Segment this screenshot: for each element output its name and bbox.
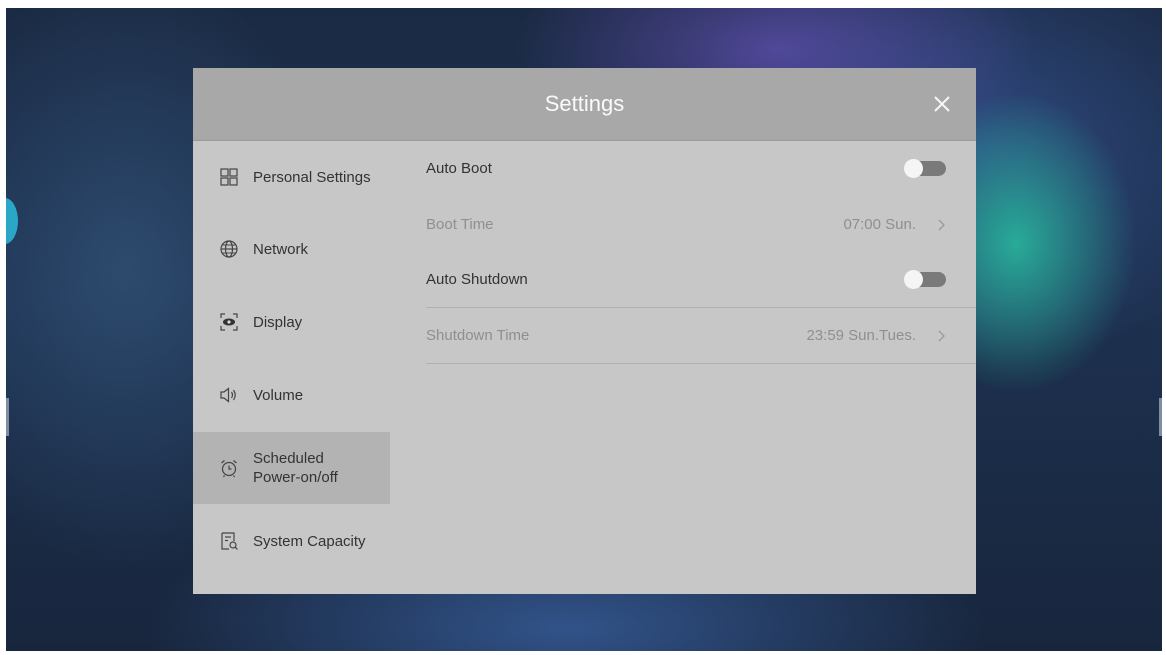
toggle-knob — [904, 159, 923, 178]
shutdown-time-row[interactable]: Shutdown Time 23:59 Sun.Tues. — [426, 308, 976, 364]
settings-sidebar: Personal Settings Network Display Volume… — [193, 141, 390, 594]
boot-time-row[interactable]: Boot Time 07:00 Sun. — [426, 197, 976, 252]
sidebar-item-label: Scheduled Power-on/off — [253, 450, 338, 486]
close-button[interactable] — [926, 88, 958, 120]
auto-boot-row: Auto Boot — [426, 141, 976, 196]
eye-icon — [220, 313, 238, 331]
globe-icon — [220, 240, 238, 258]
speaker-icon — [220, 387, 236, 403]
shutdown-time-label: Shutdown Time — [426, 327, 530, 344]
sidebar-item-volume[interactable]: Volume — [193, 359, 390, 431]
sidebar-item-personal-settings[interactable]: Personal Settings — [193, 141, 390, 213]
auto-boot-toggle[interactable] — [904, 159, 946, 178]
close-icon — [934, 96, 950, 112]
sidebar-item-network[interactable]: Network — [193, 213, 390, 285]
dialog-header: Settings — [193, 68, 976, 141]
toggle-knob — [904, 270, 923, 289]
settings-dialog: Settings Personal Settings Network Displ… — [193, 68, 976, 594]
sidebar-item-display[interactable]: Display — [193, 286, 390, 358]
floating-dock-handle[interactable] — [6, 198, 18, 244]
auto-boot-label: Auto Boot — [426, 160, 492, 177]
auto-shutdown-toggle[interactable] — [904, 270, 946, 289]
sidebar-item-label: Personal Settings — [253, 168, 371, 186]
sidebar-item-label: Network — [253, 240, 309, 258]
sidebar-item-label: Display — [253, 313, 303, 331]
grid-icon — [220, 168, 238, 186]
dialog-title: Settings — [544, 91, 625, 116]
sidebar-item-label: Volume — [253, 386, 304, 404]
shutdown-time-value: 23:59 Sun.Tues. — [806, 327, 916, 344]
boot-time-label: Boot Time — [426, 216, 494, 233]
right-edge-handle[interactable] — [1159, 398, 1162, 436]
sidebar-item-label: System Capacity — [253, 532, 366, 550]
left-edge-handle[interactable] — [6, 398, 9, 436]
sidebar-item-scheduled-power[interactable]: Scheduled Power-on/off — [193, 432, 390, 504]
chevron-right-icon[interactable] — [936, 218, 946, 232]
auto-shutdown-row: Auto Shutdown — [426, 252, 976, 308]
alarm-clock-icon — [221, 460, 237, 478]
boot-time-value: 07:00 Sun. — [843, 216, 916, 233]
chevron-right-icon[interactable] — [936, 329, 946, 343]
storage-icon — [221, 532, 238, 550]
auto-shutdown-label: Auto Shutdown — [426, 271, 528, 288]
settings-content: Auto Boot Boot Time 07:00 Sun. Auto Shut… — [426, 141, 976, 594]
sidebar-item-system-capacity[interactable]: System Capacity — [193, 505, 390, 577]
